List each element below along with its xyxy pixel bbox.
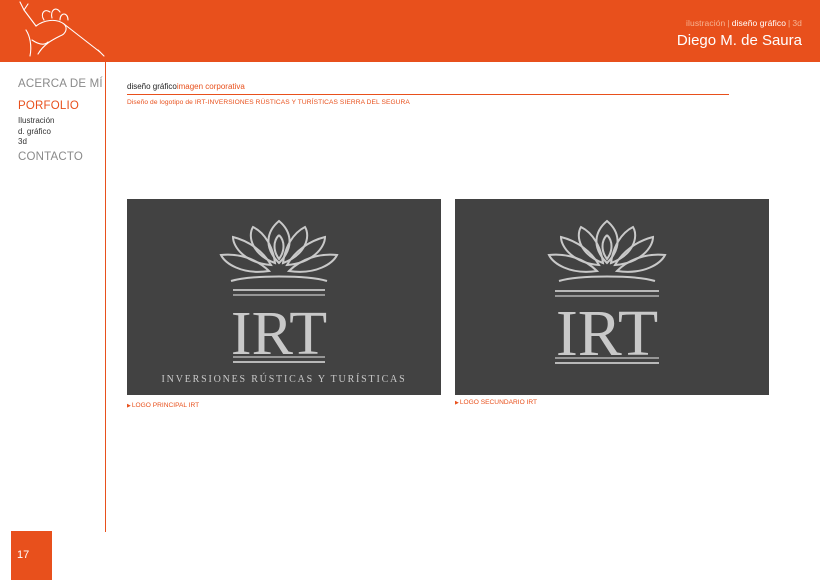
caption-logo-principal[interactable]: ▶LOGO PRINCIPAL IRT (127, 402, 199, 409)
nav-separator: | (727, 18, 730, 28)
logo-principal-text: IRT (231, 300, 327, 368)
caption-label: LOGO PRINCIPAL IRT (131, 402, 200, 409)
author-name: Diego M. de Saura (676, 32, 802, 49)
triangle-right-icon: ▶ (455, 399, 459, 406)
lotus-icon (547, 219, 667, 282)
sidebar-subitem-ilustracion[interactable]: Ilustración (18, 116, 104, 127)
caption-label: LOGO SECUNDARIO IRT (459, 399, 538, 406)
nav-3d[interactable]: 3d (792, 18, 802, 28)
nav-ilustracion[interactable]: ilustración (686, 18, 725, 28)
sidebar-item-contact[interactable]: CONTACTO (18, 151, 104, 163)
breadcrumb: diseño gráficoimagen corporativa (127, 82, 729, 91)
breadcrumb-section[interactable]: diseño gráfico (127, 82, 177, 91)
section-nav: ilustración | diseño gráfico | 3d (686, 18, 802, 28)
caption-logo-secundario[interactable]: ▶LOGO SECUNDARIO IRT (455, 399, 537, 406)
breadcrumb-subsection: imagen corporativa (176, 82, 245, 91)
sidebar-subitem-diseno-grafico[interactable]: d. gráfico (18, 127, 104, 138)
sidebar-subitem-3d[interactable]: 3d (18, 137, 104, 148)
nav-diseno-grafico[interactable]: diseño gráfico (732, 18, 786, 28)
sidebar-nav: ACERCA DE MÍ PORFOLIO Ilustración d. grá… (18, 78, 104, 163)
logo-secundario-text: IRT (556, 297, 658, 370)
hand-with-brush-icon (19, 1, 105, 57)
top-header: ilustración | diseño gráfico | 3d Diego M. d… (0, 0, 820, 62)
triangle-right-icon: ▶ (127, 402, 131, 409)
sidebar-item-portfolio[interactable]: PORFOLIO (18, 100, 104, 112)
logo-card-principal: IRT INVERSIONES RÚSTICAS Y TURÍSTICAS (127, 199, 441, 395)
page-number: 17 (17, 549, 30, 561)
header-rule (127, 94, 729, 95)
page-number-box: 17 (11, 531, 52, 580)
project-description: Diseño de logotipo de IRT-INVERSIONES RÚ… (127, 99, 410, 106)
logo-card-secundario: IRT (455, 199, 769, 395)
sidebar-divider (105, 62, 106, 532)
sidebar-item-about[interactable]: ACERCA DE MÍ (18, 78, 104, 90)
nav-separator: | (788, 18, 791, 28)
logo-principal-graphic: IRT INVERSIONES RÚSTICAS Y TURÍSTICAS (162, 219, 407, 385)
lotus-icon (219, 219, 339, 282)
logo-secundario-graphic: IRT (547, 219, 667, 370)
logo-principal-tagline: INVERSIONES RÚSTICAS Y TURÍSTICAS (162, 373, 407, 385)
content-header: diseño gráficoimagen corporativa Diseño … (127, 82, 729, 106)
